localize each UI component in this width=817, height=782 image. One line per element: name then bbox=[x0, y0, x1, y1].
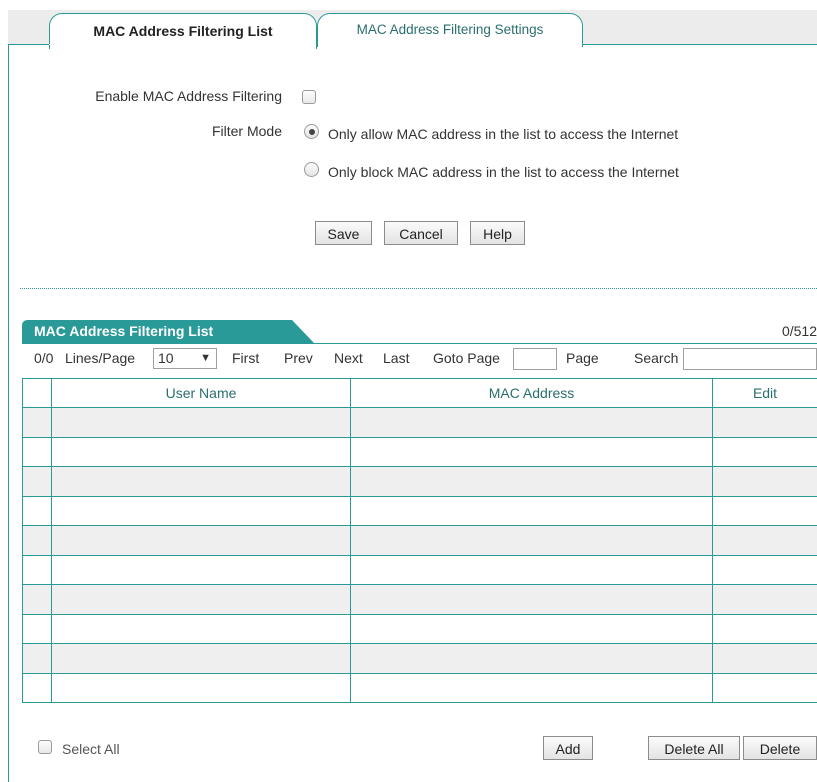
table-row bbox=[22, 643, 817, 674]
lines-per-page-label: Lines/Page bbox=[65, 350, 136, 366]
row-select-cell bbox=[22, 466, 52, 497]
column-header-edit: Edit bbox=[712, 378, 817, 408]
row-select-cell bbox=[22, 643, 52, 674]
edit-cell bbox=[712, 466, 817, 497]
list-title: MAC Address Filtering List bbox=[34, 323, 214, 339]
user-name-cell bbox=[51, 554, 351, 585]
active-tab-gap bbox=[49, 44, 315, 45]
next-page-link[interactable]: Next bbox=[334, 350, 363, 366]
edit-cell bbox=[712, 584, 817, 615]
mac-address-cell bbox=[350, 613, 713, 644]
column-header-mac-address: MAC Address bbox=[350, 378, 713, 408]
section-divider bbox=[20, 288, 817, 289]
select-all-label: Select All bbox=[62, 741, 120, 757]
row-select-cell bbox=[22, 584, 52, 615]
mac-address-cell bbox=[350, 554, 713, 585]
mac-filtering-table: User Name MAC Address Edit bbox=[22, 378, 817, 703]
tab-mac-filtering-settings[interactable]: MAC Address Filtering Settings bbox=[317, 13, 583, 47]
mac-address-cell bbox=[350, 672, 713, 703]
table-row bbox=[22, 613, 817, 644]
user-name-cell bbox=[51, 584, 351, 615]
edit-cell bbox=[712, 554, 817, 585]
row-select-cell bbox=[22, 672, 52, 703]
add-button[interactable]: Add bbox=[543, 736, 593, 760]
filter-mode-block-radio[interactable] bbox=[304, 162, 319, 177]
row-select-cell bbox=[22, 525, 52, 556]
table-row bbox=[22, 584, 817, 615]
filter-mode-allow-label: Only allow MAC address in the list to ac… bbox=[328, 126, 679, 142]
search-input[interactable] bbox=[683, 348, 817, 370]
list-count: 0/512 bbox=[781, 323, 817, 339]
table-row bbox=[22, 554, 817, 585]
prev-page-link[interactable]: Prev bbox=[284, 350, 313, 366]
filter-mode-block-label: Only block MAC address in the list to ac… bbox=[328, 164, 679, 180]
save-button[interactable]: Save bbox=[315, 221, 372, 245]
filter-mode-label: Filter Mode bbox=[211, 123, 282, 139]
goto-page-input[interactable] bbox=[513, 348, 557, 370]
table-row bbox=[22, 495, 817, 526]
user-name-cell bbox=[51, 407, 351, 438]
last-page-link[interactable]: Last bbox=[383, 350, 409, 366]
list-header-line bbox=[22, 343, 817, 344]
user-name-cell bbox=[51, 613, 351, 644]
table-row bbox=[22, 407, 817, 438]
row-select-cell bbox=[22, 554, 52, 585]
edit-cell bbox=[712, 613, 817, 644]
mac-address-cell bbox=[350, 436, 713, 467]
mac-address-cell bbox=[350, 584, 713, 615]
help-button[interactable]: Help bbox=[470, 221, 525, 245]
user-name-cell bbox=[51, 672, 351, 703]
user-name-cell bbox=[51, 495, 351, 526]
content-border bbox=[8, 44, 9, 782]
table-row bbox=[22, 466, 817, 497]
delete-button[interactable]: Delete bbox=[743, 736, 817, 760]
lines-per-page-value: 10 bbox=[158, 350, 174, 366]
column-header-select bbox=[22, 378, 52, 408]
delete-all-button[interactable]: Delete All bbox=[648, 736, 740, 760]
enable-filtering-label: Enable MAC Address Filtering bbox=[95, 88, 282, 104]
mac-address-cell bbox=[350, 466, 713, 497]
row-select-cell bbox=[22, 495, 52, 526]
record-count: 0/0 bbox=[34, 350, 54, 366]
cancel-button[interactable]: Cancel bbox=[384, 221, 458, 245]
dropdown-arrow-icon: ▼ bbox=[200, 352, 211, 364]
table-row bbox=[22, 436, 817, 467]
mac-address-cell bbox=[350, 525, 713, 556]
row-select-cell bbox=[22, 613, 52, 644]
mac-address-cell bbox=[350, 407, 713, 438]
column-header-user-name: User Name bbox=[51, 378, 351, 408]
edit-cell bbox=[712, 436, 817, 467]
row-select-cell bbox=[22, 436, 52, 467]
page-label: Page bbox=[566, 350, 599, 366]
enable-filtering-checkbox[interactable] bbox=[302, 90, 316, 104]
edit-cell bbox=[712, 643, 817, 674]
table-row bbox=[22, 672, 817, 703]
row-select-cell bbox=[22, 407, 52, 438]
mac-address-cell bbox=[350, 643, 713, 674]
mac-address-cell bbox=[350, 495, 713, 526]
edit-cell bbox=[712, 672, 817, 703]
user-name-cell bbox=[51, 525, 351, 556]
goto-page-label: Goto Page bbox=[433, 350, 500, 366]
table-header-row: User Name MAC Address Edit bbox=[22, 378, 817, 408]
select-all-checkbox[interactable] bbox=[38, 740, 52, 754]
list-title-tab: MAC Address Filtering List bbox=[22, 320, 314, 343]
edit-cell bbox=[712, 525, 817, 556]
lines-per-page-select[interactable]: 10 ▼ bbox=[153, 348, 217, 369]
first-page-link[interactable]: First bbox=[232, 350, 259, 366]
search-label: Search bbox=[634, 350, 679, 366]
edit-cell bbox=[712, 407, 817, 438]
user-name-cell bbox=[51, 466, 351, 497]
table-row bbox=[22, 525, 817, 556]
edit-cell bbox=[712, 495, 817, 526]
user-name-cell bbox=[51, 436, 351, 467]
filter-mode-allow-radio[interactable] bbox=[304, 124, 319, 139]
user-name-cell bbox=[51, 643, 351, 674]
